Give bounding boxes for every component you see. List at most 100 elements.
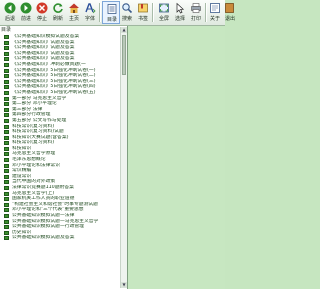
app-window: 后退 前进 停止 刷新 主页 字体 目录 搜索 书签 全屏 选择 打印 关于 退… [0,0,235,289]
tree-item-label: 第三部分 法律 [12,106,43,112]
book-icon [4,62,9,67]
bookmark-button[interactable]: 书签 [134,1,152,24]
fullscreen-icon [159,3,169,13]
tree-item-label: 科技知识 [12,145,32,151]
contents-tree-pane: 目录 《公共基础知识模拟试题及答案 《公共基础知识》试题及答案 《公共基础知识》试题… [0,26,128,289]
exit-button[interactable]: 退出 [221,1,239,24]
scrollbar-thumb[interactable] [122,35,126,75]
bookmark-label: 书签 [137,16,148,22]
book-icon [4,90,9,95]
exit-label: 退出 [224,16,235,22]
tree-item-label: "构建社会主义和谐社会"时事专题测试题 [12,201,98,207]
book-icon [4,35,9,39]
scroll-up-arrow-icon[interactable]: ▲ [121,27,127,33]
book-icon [4,46,9,51]
font-button[interactable]: 字体 [81,1,99,24]
about-icon [210,3,220,13]
refresh-icon [53,3,63,13]
tree-item-label: 历史知识 [12,229,32,235]
tree-item-label: 邓小平理论和法律常识 [12,162,60,168]
tree-item-label: 《公共基础知识》5日强化冲刺试卷(一) [12,67,96,73]
book-icon [4,118,9,123]
book-icon [4,163,9,168]
book-icon [4,169,9,174]
tree-list: 《公共基础知识模拟试题及答案 《公共基础知识》试题及答案 《公共基础知识》试题及答案… [4,34,119,241]
back-arrow-icon [4,2,16,14]
search-icon [122,3,133,14]
book-icon [4,202,9,207]
bookmark-icon [138,3,148,13]
book-icon [4,85,9,90]
font-label: 字体 [84,16,95,22]
tree-item-label: 邓小平理论和"三个代表"重要思想 [12,207,84,213]
tree-item-label: 第五部分 公文写作与处理 [12,117,67,123]
book-icon [4,124,9,129]
tree-item-label: 公共基础知识模拟试题—马克思主义哲学 [12,218,99,224]
tree-item-label: 公共基础知识模拟试题—法律 [12,213,75,218]
tree-item-label: 《公共基础知识》5日强化冲刺试卷(二) [12,73,96,79]
book-icon [4,141,9,146]
book-icon [4,208,9,213]
contents-icon [107,4,117,14]
book-icon [4,40,9,45]
tree-item-label: 《公共基础知识模拟试题及答案 [12,34,80,39]
tree-item-label: 公共基础知识模拟试题及答案 [12,235,75,241]
tree-item-label: 科技常识(复习资料) [12,123,55,129]
book-icon [4,225,9,230]
tree-item-label: 第一部分 马克思主义哲学 [12,95,67,101]
tree-item-label: 《公共基础知识》试题及答案 [12,39,75,45]
tree-item-label: 毛泽东思想概论 [12,157,46,163]
tree-item-label: 公共基础知识模拟试题—行政管理 [12,224,84,230]
book-icon [4,57,9,62]
stop-icon [36,2,48,14]
book-icon [4,68,9,73]
tree-item-label: 常识精编 [12,168,32,174]
content-pane [128,26,225,289]
tree-scrollbar[interactable]: ▲ ▼ [120,27,127,288]
tree-item-label: 《公共基础知识》5日强化冲刺试卷(五) [12,89,96,95]
tree-item-label: 《公共基础知识》5日强化冲刺试卷(四) [12,84,96,90]
book-icon [4,146,9,151]
tree-item-label: 《公共基础知识》5日强化冲刺试卷(三) [12,78,96,84]
tree-item-label: 《公共基础知识》冲刺必做真题(一 [12,61,86,67]
tree-item-label: 马克思主义哲学原理 [12,151,56,157]
book-icon [4,236,9,241]
tree-title: 目录 [1,27,12,33]
tree-item-label: 国家机关工作人员的职业道德 [12,196,75,202]
book-icon [4,113,9,118]
book-icon [4,180,9,185]
tree-item-label: 法律常识竞赛题110题附答案 [12,185,74,191]
tree-item-label: 《公共基础知识》试题及答案 [12,50,75,56]
tree-item-label: 《公共基础知识》试题及答案 [12,45,75,51]
tree-item-label: 第四部分行政管理 [12,112,51,118]
tree-item-label: 当代中国的对外政策 [12,179,56,185]
book-icon [4,174,9,179]
tree-item-label: 建设常识 [12,173,32,179]
tree-item-label: 《公共基础知识》试题及答案 [12,56,75,62]
print-icon [191,3,201,13]
tree-item-label: 科技知识大赛试题(含答案) [12,134,69,140]
tree-item-label: 科技常识(复习资料) [12,140,55,146]
book-icon [4,158,9,163]
book-icon [4,74,9,79]
select-icon [176,2,185,14]
scroll-down-arrow-icon[interactable]: ▼ [121,282,127,288]
book-icon [4,197,9,202]
tree-item[interactable]: 公共基础知识模拟试题及答案 [4,235,119,241]
tree-item-label: 马克思主义哲学(上) [12,190,55,196]
book-icon [4,130,9,135]
book-icon [4,135,9,140]
book-icon [4,96,9,101]
toolbar: 后退 前进 停止 刷新 主页 字体 目录 搜索 书签 全屏 选择 打印 关于 退… [0,0,235,26]
book-icon [4,107,9,112]
book-icon [4,219,9,224]
forward-arrow-icon [20,2,32,14]
book-icon [4,186,9,191]
book-icon [4,102,9,107]
exit-icon [225,3,234,13]
book-icon [4,230,9,235]
font-icon [85,3,96,14]
home-icon [69,3,79,13]
book-icon [4,79,9,84]
print-button[interactable]: 打印 [187,1,205,24]
